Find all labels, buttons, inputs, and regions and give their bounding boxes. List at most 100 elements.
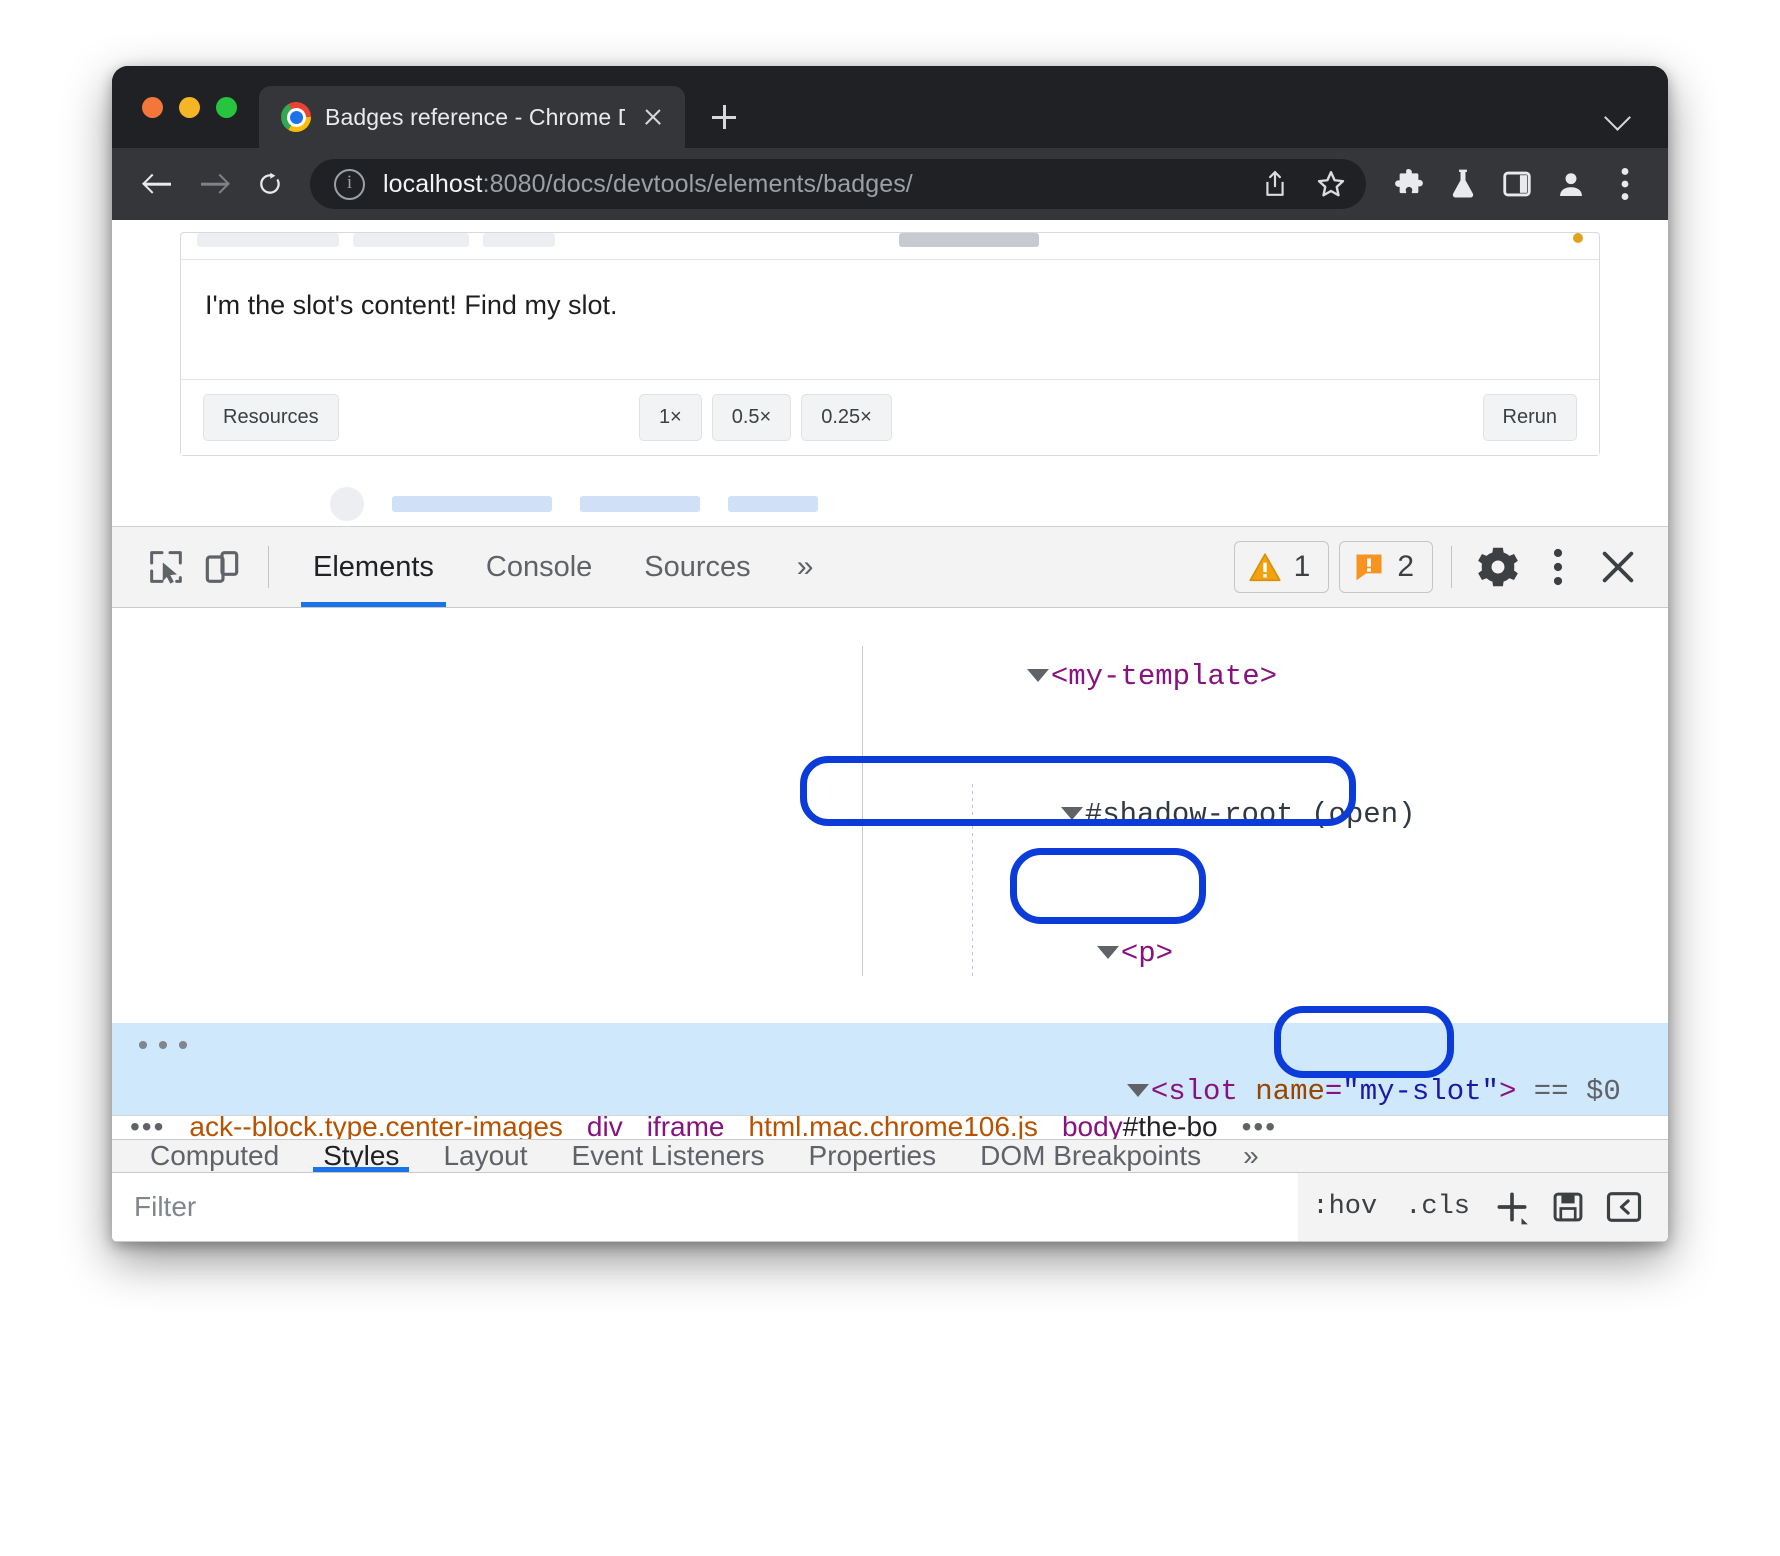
inspect-element-icon[interactable]	[138, 539, 194, 595]
stub-pill	[197, 233, 339, 247]
chrome-logo-icon	[281, 102, 311, 132]
pane-tab-computed[interactable]: Computed	[128, 1140, 301, 1172]
kebab-menu-icon[interactable]	[1530, 539, 1586, 595]
profile-icon[interactable]	[1546, 159, 1596, 209]
hov-toggle[interactable]: :hov	[1298, 1192, 1391, 1222]
slot-attr-value[interactable]: "my-slot"	[1342, 1075, 1499, 1108]
dom-row-selected[interactable]: •••<slot name="my-slot"> == $0	[112, 1023, 1668, 1115]
pane-tab-styles[interactable]: Styles	[301, 1140, 421, 1172]
devtools-panel: Elements Console Sources » 1	[112, 526, 1668, 1242]
issues-count: 2	[1397, 550, 1414, 584]
breadcrumb-class: ack--block.type.center-images	[189, 1115, 562, 1139]
star-icon[interactable]	[1306, 159, 1356, 209]
toggle-sidebar-icon[interactable]	[1596, 1179, 1652, 1235]
omnibox-actions	[1250, 159, 1356, 209]
zoom-0.25x-button[interactable]: 0.25×	[801, 394, 892, 441]
devtools-tab-list: Elements Console Sources »	[287, 527, 833, 607]
tab-sources[interactable]: Sources	[618, 527, 776, 607]
dom-row[interactable]: <my-template>	[112, 608, 1668, 746]
browser-toolbar: localhost:8080/docs/devtools/elements/ba…	[112, 148, 1668, 220]
resources-button[interactable]: Resources	[203, 394, 339, 441]
dom-node-label: #shadow-root (open)	[1085, 798, 1416, 831]
tab-console[interactable]: Console	[460, 527, 618, 607]
dom-breadcrumb[interactable]: ••• ack--block.type.center-images div if…	[112, 1115, 1668, 1139]
warnings-badge[interactable]: 1	[1234, 541, 1330, 593]
pane-tab-layout[interactable]: Layout	[421, 1140, 549, 1172]
demo-toolbar-stub	[181, 233, 1599, 259]
placeholder-link	[392, 496, 552, 512]
reload-button[interactable]	[244, 158, 296, 210]
placeholder-avatar	[330, 487, 364, 521]
info-circle-icon[interactable]	[334, 169, 365, 200]
pane-tab-dom-breakpoints[interactable]: DOM Breakpoints	[958, 1140, 1223, 1172]
close-window-button[interactable]	[142, 97, 163, 118]
page-partial-content-row	[112, 482, 1668, 526]
breadcrumb-item[interactable]: html.mac.chrome106.js	[749, 1115, 1038, 1139]
breadcrumb-overflow-left[interactable]: •••	[130, 1115, 165, 1139]
puzzle-icon[interactable]	[1384, 159, 1434, 209]
minimize-window-button[interactable]	[179, 97, 200, 118]
dom-tree[interactable]: <my-template> #shadow-root (open) <p> ••…	[112, 608, 1668, 1115]
expand-triangle-icon[interactable]	[1027, 669, 1049, 682]
breadcrumb-tag: div	[587, 1115, 623, 1139]
styles-filter-input[interactable]	[112, 1173, 1298, 1241]
expand-triangle-icon[interactable]	[1061, 807, 1083, 820]
browser-tab[interactable]: Badges reference - Chrome De	[259, 86, 685, 148]
zoom-1x-button[interactable]: 1×	[639, 394, 702, 441]
expand-triangle-icon[interactable]	[1097, 946, 1119, 959]
close-tab-icon[interactable]	[639, 103, 667, 131]
breadcrumb-item[interactable]: iframe	[647, 1115, 725, 1139]
tab-elements[interactable]: Elements	[287, 527, 460, 607]
breadcrumb-item[interactable]: ack--block.type.center-images	[189, 1115, 562, 1139]
toolbar-divider	[1451, 546, 1452, 588]
selected-node-eq: ==	[1516, 1075, 1586, 1108]
slot-attr-name[interactable]: name	[1255, 1075, 1325, 1108]
window-traffic-lights	[112, 66, 259, 148]
toolbar-divider	[268, 546, 269, 588]
more-tabs-icon[interactable]: »	[777, 527, 834, 607]
styles-pane-tab-list: Computed Styles Layout Event Listeners P…	[112, 1139, 1668, 1173]
maximize-window-button[interactable]	[216, 97, 237, 118]
dom-row[interactable]: <p>	[112, 884, 1668, 1022]
back-arrow-icon	[145, 183, 171, 186]
close-icon[interactable]	[1590, 539, 1646, 595]
back-button[interactable]	[132, 158, 184, 210]
gear-icon[interactable]	[1470, 539, 1526, 595]
dom-node-label: <my-template>	[1051, 660, 1277, 693]
breadcrumb-class: html.mac.chrome106.js	[749, 1115, 1038, 1139]
warning-triangle-icon	[1248, 551, 1282, 583]
console-ref-$0: $0	[1586, 1075, 1621, 1108]
pane-tab-event-listeners[interactable]: Event Listeners	[550, 1140, 787, 1172]
side-panel-icon[interactable]	[1492, 159, 1542, 209]
breadcrumb-id: #the-bo	[1123, 1115, 1218, 1139]
dom-node-label: <p>	[1121, 937, 1173, 970]
print-style-icon[interactable]	[1540, 1179, 1596, 1235]
flask-icon[interactable]	[1438, 159, 1488, 209]
more-pane-tabs-icon[interactable]: »	[1223, 1140, 1279, 1172]
address-bar[interactable]: localhost:8080/docs/devtools/elements/ba…	[310, 159, 1366, 209]
breadcrumb-item[interactable]: body#the-bo	[1062, 1115, 1218, 1139]
devtools-toolbar: Elements Console Sources » 1	[112, 527, 1668, 608]
url-host: localhost	[383, 170, 483, 198]
kebab-menu-icon[interactable]	[1600, 159, 1650, 209]
stub-pill	[483, 233, 555, 247]
cls-toggle[interactable]: .cls	[1391, 1192, 1484, 1222]
row-ellipsis[interactable]: •••	[134, 1026, 194, 1072]
device-toolbar-icon[interactable]	[194, 539, 250, 595]
issues-badge[interactable]: 2	[1339, 541, 1433, 593]
plus-icon[interactable]	[1484, 1179, 1540, 1235]
slot-tag-gt: >	[1499, 1075, 1516, 1108]
forward-button[interactable]	[188, 158, 240, 210]
url-path: :8080/docs/devtools/elements/badges/	[483, 170, 913, 198]
rerun-button[interactable]: Rerun	[1483, 394, 1577, 441]
breadcrumb-overflow-right[interactable]: •••	[1242, 1115, 1277, 1139]
expand-triangle-icon[interactable]	[1127, 1084, 1149, 1097]
pane-tab-properties[interactable]: Properties	[787, 1140, 959, 1172]
zoom-0.5x-button[interactable]: 0.5×	[712, 394, 791, 441]
breadcrumb-item[interactable]: div	[587, 1115, 623, 1139]
chevron-down-icon[interactable]	[1592, 88, 1646, 142]
new-tab-button[interactable]	[701, 94, 747, 140]
dom-row[interactable]: #shadow-root (open)	[112, 746, 1668, 884]
issue-bubble-icon	[1353, 551, 1385, 583]
share-icon[interactable]	[1250, 159, 1300, 209]
